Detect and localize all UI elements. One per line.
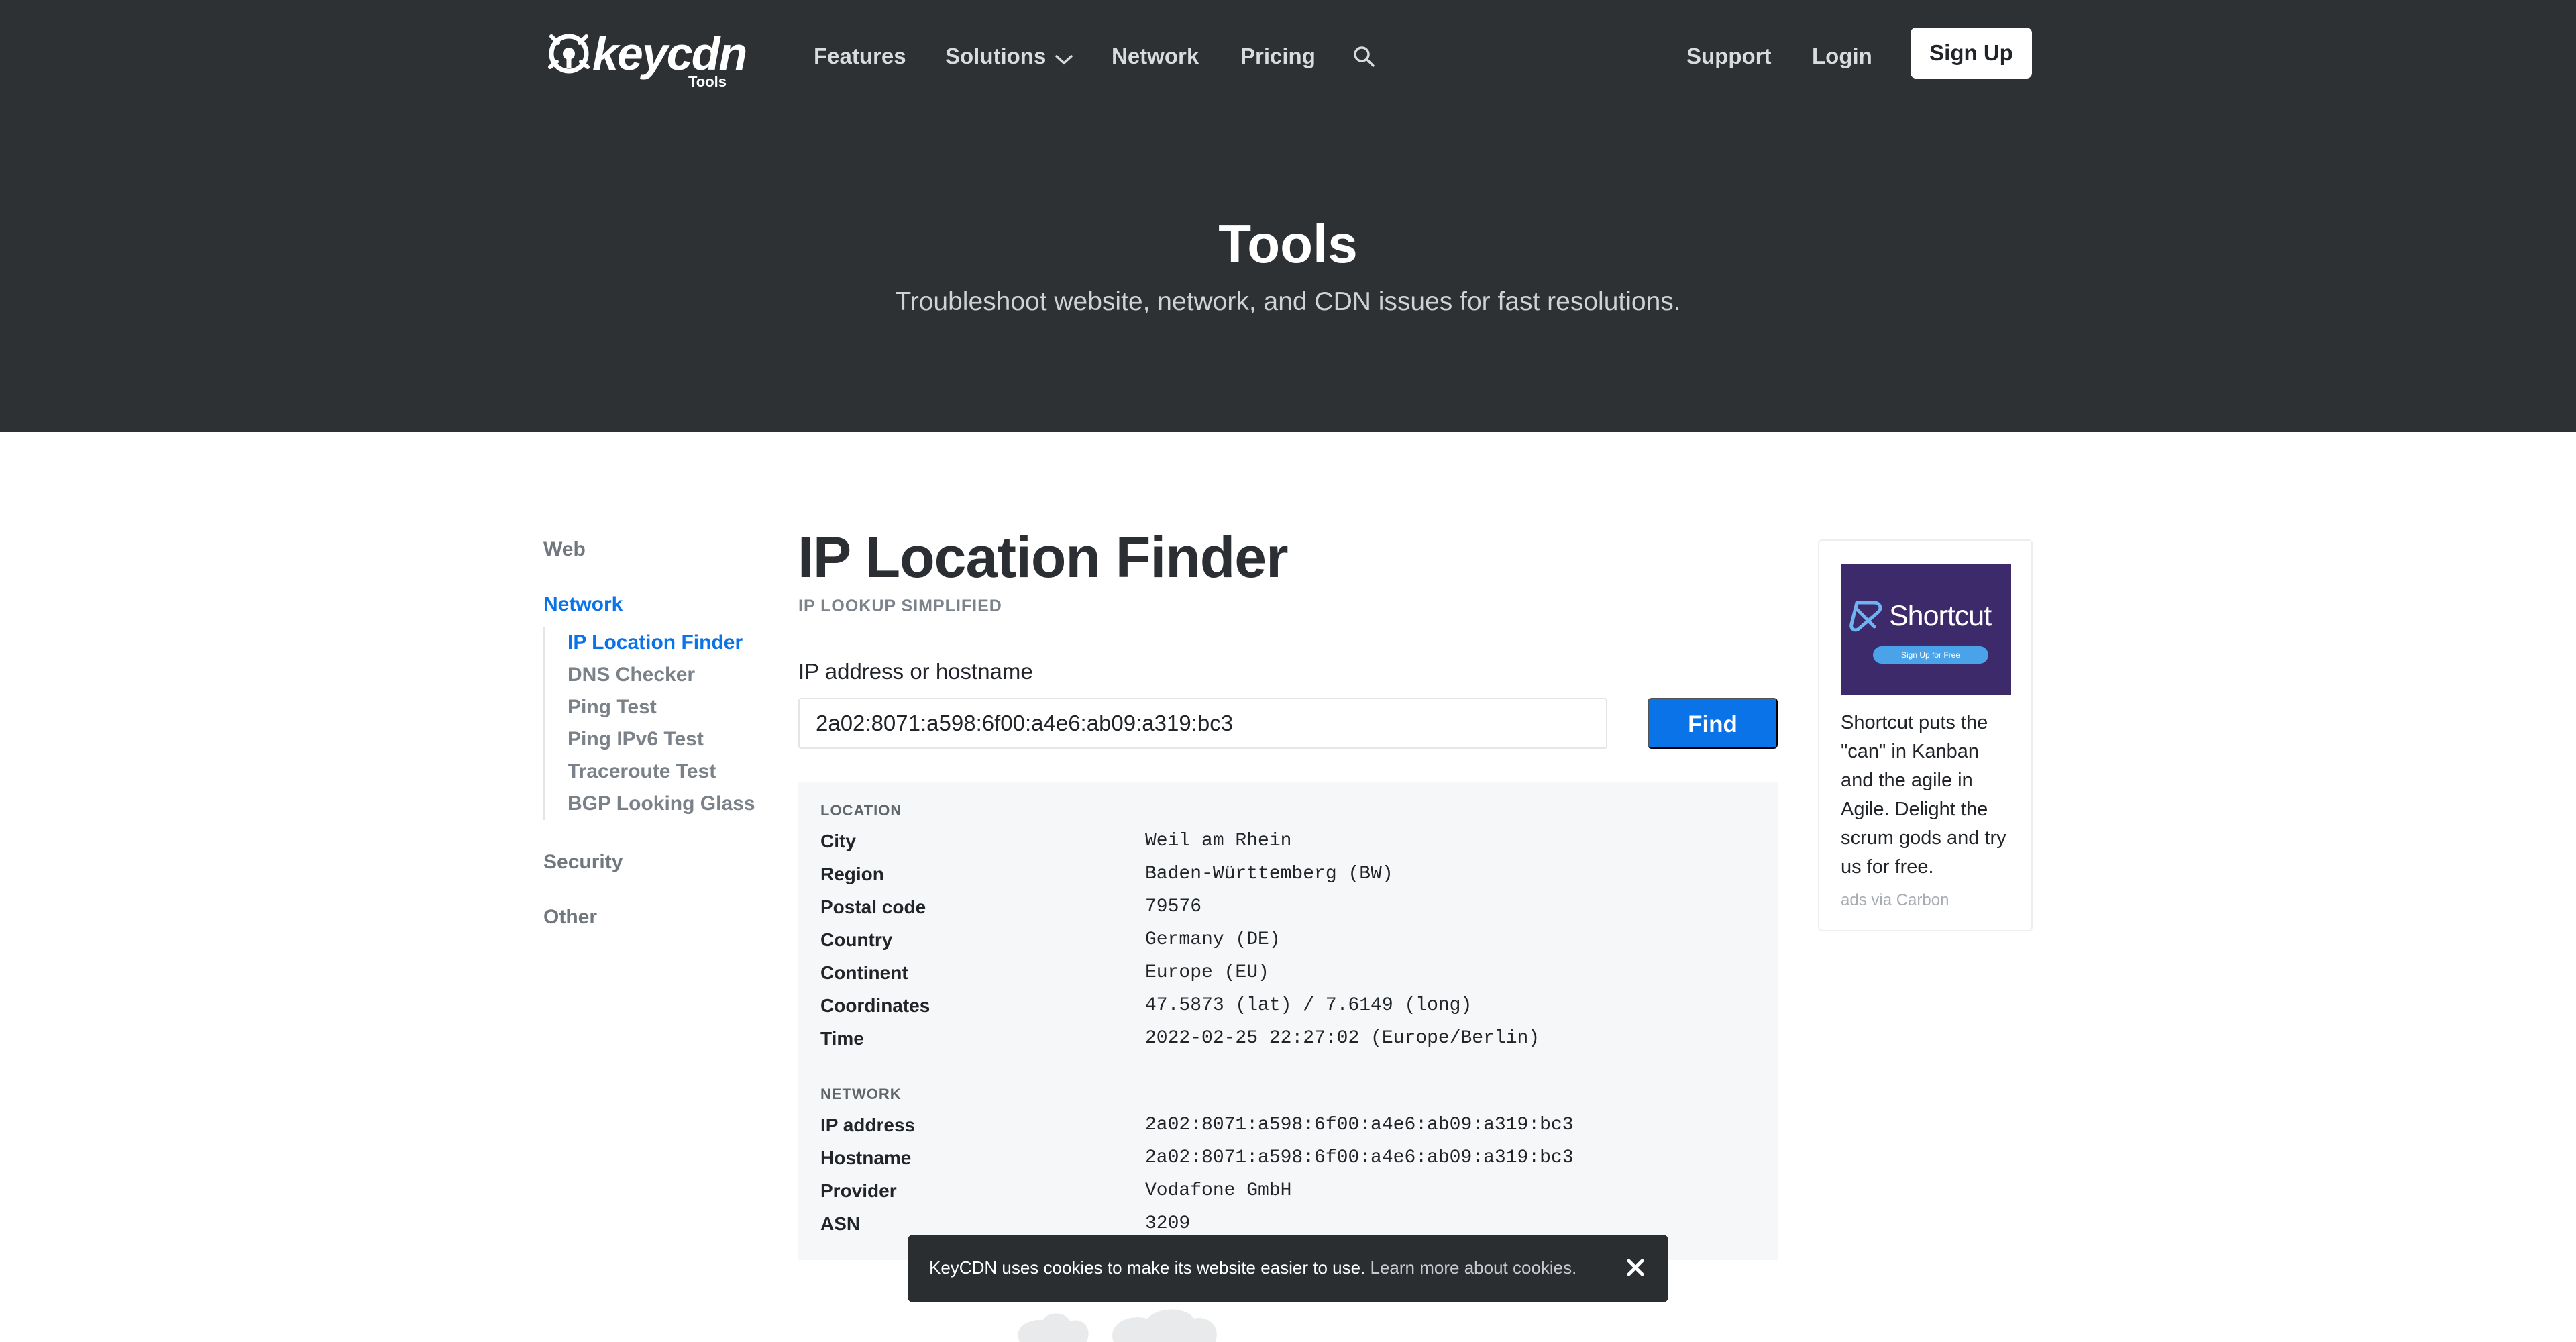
find-button[interactable]: Find	[1648, 698, 1778, 749]
location-value-time: 2022-02-25 22:27:02 (Europe/Berlin)	[1145, 1028, 1540, 1049]
network-section-title: NETWORK	[820, 1086, 902, 1102]
chevron-down-icon	[1055, 42, 1073, 74]
sidebar-item-bgp-looking-glass[interactable]: BGP Looking Glass	[545, 788, 765, 820]
ad-text[interactable]: Shortcut puts the "can" in Kanban and th…	[1841, 709, 2017, 882]
nav-features[interactable]: Features	[814, 40, 906, 72]
close-icon[interactable]	[1623, 1255, 1648, 1280]
sidebar-item-ping-ipv6-test[interactable]: Ping IPv6 Test	[545, 723, 765, 756]
location-value-continent: Europe (EU)	[1145, 962, 1269, 983]
location-key-city: City	[820, 831, 856, 851]
world-map-image	[1018, 1309, 1217, 1342]
network-key-asn: ASN	[820, 1213, 861, 1234]
shortcut-logo-icon	[1849, 601, 1882, 632]
location-section-title: LOCATION	[820, 802, 902, 819]
cookie-banner: KeyCDN uses cookies to make its website …	[908, 1235, 1668, 1302]
network-key-hostname: Hostname	[820, 1147, 912, 1168]
location-key-time: Time	[820, 1028, 864, 1049]
ip-hostname-input[interactable]	[798, 698, 1607, 749]
logo-text: keycdn	[592, 28, 747, 80]
ip-field-label: IP address or hostname	[798, 659, 1033, 684]
results-panel: LOCATION City Weil am Rhein Region Baden…	[798, 782, 1778, 1260]
network-value-asn: 3209	[1145, 1213, 1191, 1234]
cookie-text: KeyCDN uses cookies to make its website …	[929, 1257, 1366, 1278]
sidebar-item-network[interactable]: Network	[543, 593, 623, 616]
nav-solutions-label: Solutions	[945, 44, 1046, 68]
nav-solutions[interactable]: Solutions	[945, 40, 1073, 72]
network-value-provider: Vodafone GmbH	[1145, 1180, 1292, 1201]
sidebar-item-ping-test[interactable]: Ping Test	[545, 691, 765, 723]
page-title: IP Location Finder	[798, 525, 1289, 590]
nav-pricing[interactable]: Pricing	[1240, 40, 1316, 72]
network-value-hostname: 2a02:8071:a598:6f00:a4e6:ab09:a319:bc3	[1145, 1147, 1574, 1168]
keycdn-logo[interactable]: keycdn Tools	[542, 25, 747, 93]
location-key-country: Country	[820, 929, 893, 950]
sidebar-network-submenu: IP Location Finder DNS Checker Ping Test…	[543, 627, 765, 820]
cookie-message: KeyCDN uses cookies to make its website …	[929, 1257, 1576, 1278]
page-kicker: IP LOOKUP SIMPLIFIED	[798, 597, 1002, 615]
location-key-region: Region	[820, 864, 884, 884]
sidebar-item-dns-checker[interactable]: DNS Checker	[545, 659, 765, 691]
location-value-country: Germany (DE)	[1145, 929, 1281, 950]
location-value-region: Baden-Württemberg (BW)	[1145, 864, 1393, 884]
location-key-postal-code: Postal code	[820, 896, 926, 917]
sidebar-item-other[interactable]: Other	[543, 906, 597, 929]
logo-subtitle: Tools	[688, 73, 727, 90]
location-value-city: Weil am Rhein	[1145, 831, 1292, 851]
network-key-ip-address: IP address	[820, 1115, 916, 1135]
ad-image-title: Shortcut	[1889, 600, 1992, 632]
hero-title: Tools	[1218, 214, 1358, 274]
location-value-postal-code: 79576	[1145, 896, 1202, 917]
location-key-coordinates: Coordinates	[820, 995, 930, 1016]
cookie-learn-more-link[interactable]: Learn more about cookies.	[1371, 1257, 1577, 1278]
ad-via-carbon[interactable]: ads via Carbon	[1841, 891, 1949, 910]
keycdn-logo-icon	[548, 34, 590, 74]
ad-image-signup-button: Sign Up for Free	[1873, 646, 1988, 664]
ad-image[interactable]: Shortcut Sign Up for Free	[1841, 564, 2011, 695]
network-value-ip-address: 2a02:8071:a598:6f00:a4e6:ab09:a319:bc3	[1145, 1115, 1574, 1135]
search-icon[interactable]	[1352, 44, 1376, 68]
location-key-continent: Continent	[820, 962, 908, 983]
carbon-ad[interactable]: Shortcut Sign Up for Free Shortcut puts …	[1818, 539, 2033, 931]
nav-support[interactable]: Support	[1686, 40, 1771, 72]
signup-button[interactable]: Sign Up	[1911, 28, 2032, 79]
nav-network[interactable]: Network	[1112, 40, 1199, 72]
location-value-coordinates: 47.5873 (lat) / 7.6149 (long)	[1145, 995, 1472, 1016]
site-header: keycdn Tools Features Solutions Network …	[0, 0, 2576, 432]
nav-login[interactable]: Login	[1812, 40, 1872, 72]
network-key-provider: Provider	[820, 1180, 897, 1201]
sidebar-item-security[interactable]: Security	[543, 851, 623, 874]
sidebar-item-web[interactable]: Web	[543, 538, 586, 561]
sidebar-item-traceroute-test[interactable]: Traceroute Test	[545, 756, 765, 788]
hero-subtitle: Troubleshoot website, network, and CDN i…	[895, 287, 1681, 316]
sidebar-item-ip-location-finder[interactable]: IP Location Finder	[545, 627, 765, 659]
